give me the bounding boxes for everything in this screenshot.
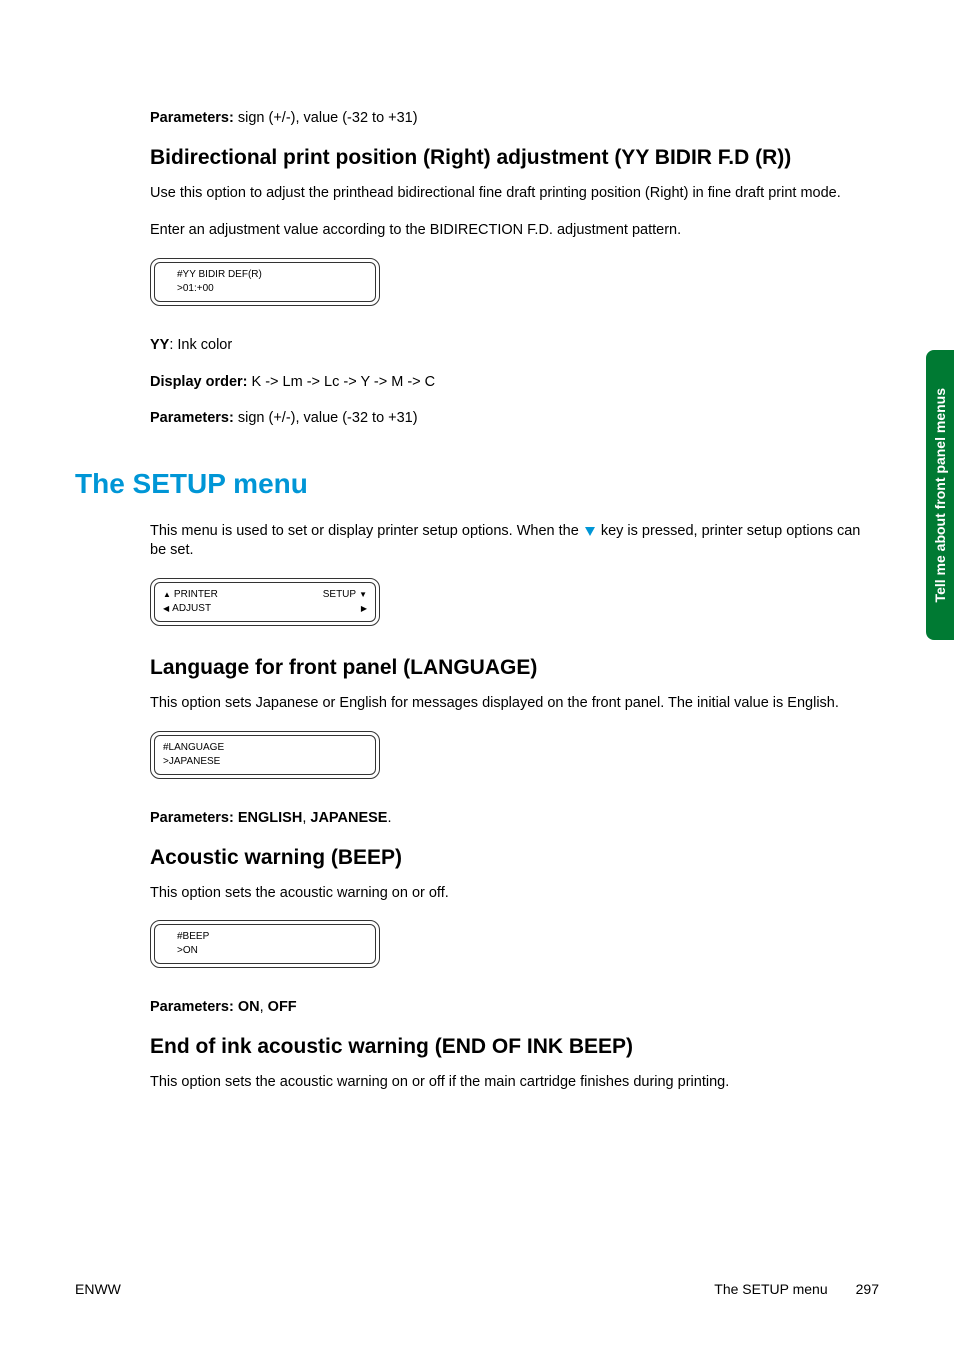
display-order-line: Display order: K -> Lm -> Lc -> Y -> M -… bbox=[75, 373, 879, 392]
param-english: Parameters: ENGLISH bbox=[150, 810, 302, 826]
beep-heading: Acoustic warning (BEEP) bbox=[75, 846, 879, 870]
bidir-right-heading: Bidirectional print position (Right) adj… bbox=[75, 146, 879, 170]
page-number: 297 bbox=[856, 1281, 879, 1297]
lcd-line-2: >ON bbox=[163, 944, 367, 958]
down-arrow-icon bbox=[585, 527, 595, 536]
lcd-line-1: #BEEP bbox=[163, 930, 367, 944]
setup-intro-before: This menu is used to set or display prin… bbox=[150, 523, 583, 539]
yy-label: YY bbox=[150, 337, 169, 353]
lcd-inner: #BEEP >ON bbox=[154, 924, 376, 964]
setup-menu-heading: The SETUP menu bbox=[75, 468, 879, 500]
lcd-line-2: >01:+00 bbox=[163, 282, 367, 296]
lcd-row-2: ADJUST bbox=[163, 602, 367, 616]
language-desc: This option sets Japanese or English for… bbox=[75, 694, 879, 713]
lcd-line-1: #YY BIDIR DEF(R) bbox=[163, 268, 367, 282]
lcd-adjust-label: ADJUST bbox=[163, 602, 211, 616]
parameters-label: Parameters: bbox=[150, 110, 234, 126]
lcd-bidir-right: #YY BIDIR DEF(R) >01:+00 bbox=[150, 258, 380, 306]
end-ink-beep-heading: End of ink acoustic warning (END OF INK … bbox=[75, 1035, 879, 1059]
page: Tell me about front panel menus Paramete… bbox=[0, 0, 954, 1352]
lcd-printer-label: PRINTER bbox=[163, 588, 218, 602]
footer-right: The SETUP menu 297 bbox=[714, 1281, 879, 1297]
bidir-right-desc-2: Enter an adjustment value according to t… bbox=[75, 221, 879, 240]
display-order-label: Display order: bbox=[150, 374, 248, 390]
param-off: OFF bbox=[268, 999, 297, 1015]
lcd-line-2: >JAPANESE bbox=[163, 755, 367, 769]
yy-desc: : Ink color bbox=[169, 337, 232, 353]
param-sep: , bbox=[260, 999, 268, 1015]
lcd-inner: #LANGUAGE >JAPANESE bbox=[154, 735, 376, 775]
display-order-value: K -> Lm -> Lc -> Y -> M -> C bbox=[252, 374, 436, 390]
footer-left: ENWW bbox=[75, 1281, 121, 1297]
param-end: . bbox=[387, 810, 391, 826]
footer: ENWW The SETUP menu 297 bbox=[75, 1281, 879, 1297]
lcd-row-1: PRINTER SETUP bbox=[163, 588, 367, 602]
param-on: Parameters: ON bbox=[150, 999, 260, 1015]
beep-desc: This option sets the acoustic warning on… bbox=[75, 884, 879, 903]
lcd-inner: PRINTER SETUP ADJUST bbox=[154, 582, 376, 622]
beep-parameters: Parameters: ON, OFF bbox=[75, 998, 879, 1017]
end-ink-beep-desc: This option sets the acoustic warning on… bbox=[75, 1073, 879, 1092]
side-tab: Tell me about front panel menus bbox=[926, 350, 954, 640]
lcd-language: #LANGUAGE >JAPANESE bbox=[150, 731, 380, 779]
parameters-label: Parameters: bbox=[150, 410, 234, 426]
lcd-line-1: #LANGUAGE bbox=[163, 741, 367, 755]
setup-intro: This menu is used to set or display prin… bbox=[75, 522, 879, 560]
bidir-right-desc-1: Use this option to adjust the printhead … bbox=[75, 184, 879, 203]
parameters-value: sign (+/-), value (-32 to +31) bbox=[238, 110, 418, 126]
side-tab-text: Tell me about front panel menus bbox=[932, 388, 948, 602]
parameters-value: sign (+/-), value (-32 to +31) bbox=[238, 410, 418, 426]
bidir-parameters-line: Parameters: sign (+/-), value (-32 to +3… bbox=[75, 409, 879, 428]
lcd-inner: #YY BIDIR DEF(R) >01:+00 bbox=[154, 262, 376, 302]
lcd-setup: PRINTER SETUP ADJUST bbox=[150, 578, 380, 626]
lcd-right-arrow bbox=[358, 602, 367, 616]
param-japanese: JAPANESE bbox=[310, 810, 387, 826]
yy-ink-color: YY: Ink color bbox=[75, 336, 879, 355]
lcd-beep: #BEEP >ON bbox=[150, 920, 380, 968]
top-parameters-line: Parameters: sign (+/-), value (-32 to +3… bbox=[75, 110, 879, 126]
language-heading: Language for front panel (LANGUAGE) bbox=[75, 656, 879, 680]
footer-section-title: The SETUP menu bbox=[714, 1281, 827, 1297]
language-parameters: Parameters: ENGLISH, JAPANESE. bbox=[75, 809, 879, 828]
lcd-setup-label: SETUP bbox=[323, 588, 367, 602]
